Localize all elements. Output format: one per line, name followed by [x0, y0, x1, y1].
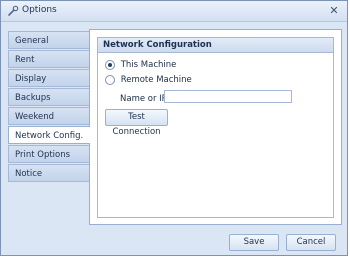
remote-machine-label: Remote Machine — [120, 75, 192, 85]
remote-machine-radio[interactable] — [105, 74, 115, 85]
cancel-button[interactable]: Cancel — [286, 234, 336, 251]
tab-network-config[interactable]: Network Config. — [8, 126, 90, 144]
this-machine-label: This Machine — [120, 60, 177, 70]
tab-rent[interactable]: Rent — [8, 50, 89, 68]
name-or-ip-label: Name or IP: — [120, 94, 170, 104]
save-button[interactable]: Save — [229, 234, 279, 251]
tab-notice[interactable]: Notice — [8, 164, 89, 182]
group-header: Network Configuration — [98, 38, 333, 53]
options-tabs: General Rent Display Backups Weekend Net… — [8, 31, 90, 183]
tab-general[interactable]: General — [8, 31, 89, 49]
close-icon[interactable]: ✕ — [327, 4, 341, 18]
remote-machine-option[interactable]: Remote Machine — [105, 74, 192, 86]
tab-display[interactable]: Display — [8, 69, 89, 87]
this-machine-radio[interactable] — [105, 59, 115, 70]
network-configuration-group: Network Configuration This Machine Remot… — [97, 37, 334, 218]
dialog-body: General Rent Display Backups Weekend Net… — [8, 29, 342, 225]
wrench-icon — [8, 5, 19, 16]
window-title: Options — [22, 5, 57, 15]
tab-content-panel: Network Configuration This Machine Remot… — [89, 29, 342, 225]
tab-print-options[interactable]: Print Options — [8, 145, 89, 163]
test-connection-button[interactable]: Test Connection — [105, 109, 168, 137]
name-or-ip-input[interactable] — [164, 90, 292, 103]
this-machine-option[interactable]: This Machine — [105, 59, 176, 71]
options-window: Options ✕ General Rent Display Backups W… — [0, 0, 348, 256]
title-bar: Options ✕ — [1, 1, 347, 22]
tab-weekend[interactable]: Weekend — [8, 107, 89, 125]
tab-backups[interactable]: Backups — [8, 88, 89, 106]
